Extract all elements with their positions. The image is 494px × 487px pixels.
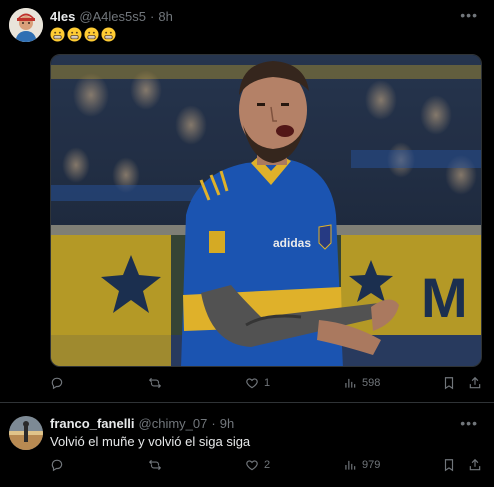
retweet-button[interactable] — [148, 458, 167, 472]
retweet-icon — [148, 377, 162, 389]
views-count: 598 — [362, 377, 381, 389]
timestamp[interactable]: 8h — [158, 9, 172, 24]
share-icon — [469, 376, 481, 389]
views-icon — [345, 460, 356, 470]
like-button[interactable]: 2 — [245, 458, 270, 472]
author-name[interactable]: franco_fanelli — [50, 416, 135, 431]
tweet-actions: 2 979 — [50, 458, 482, 476]
tweet-text-emojis — [50, 27, 116, 42]
share-icon — [469, 458, 481, 471]
heart-icon — [246, 460, 258, 471]
reply-icon — [51, 377, 63, 390]
like-count: 2 — [264, 459, 271, 471]
views-icon — [345, 378, 356, 388]
tweet-actions: 1 598 — [50, 376, 482, 394]
like-button[interactable]: 1 — [245, 376, 270, 390]
tweet-header: 4les @A4les5s5 · 8h — [50, 9, 173, 24]
author-handle[interactable]: @chimy_07 — [139, 416, 208, 431]
bookmark-button[interactable] — [442, 458, 456, 472]
heart-icon — [246, 378, 258, 389]
views-button[interactable]: 598 — [343, 376, 380, 390]
views-count: 979 — [362, 459, 381, 471]
reply-icon — [51, 459, 63, 472]
more-icon[interactable]: ••• — [460, 416, 478, 430]
timestamp[interactable]: 9h — [220, 416, 234, 431]
like-count: 1 — [264, 377, 271, 389]
grimace-emoji-icon — [101, 27, 116, 42]
tweet-media-image[interactable]: M adidas — [50, 54, 482, 367]
bookmark-icon — [444, 459, 454, 472]
reply-button[interactable] — [50, 458, 69, 472]
more-icon[interactable]: ••• — [460, 8, 478, 22]
bookmark-button[interactable] — [442, 376, 456, 390]
retweet-icon — [148, 459, 162, 471]
tweet-1[interactable]: 4les @A4les5s5 · 8h ••• M adidas 1 598 — [0, 0, 494, 403]
share-button[interactable] — [468, 376, 482, 390]
share-button[interactable] — [468, 458, 482, 472]
avatar[interactable] — [9, 416, 43, 450]
author-handle[interactable]: @A4les5s5 — [79, 9, 146, 24]
reply-button[interactable] — [50, 376, 69, 390]
separator: · — [211, 416, 216, 431]
grimace-emoji-icon — [50, 27, 65, 42]
tweet-text: Volvió el muñe y volvió el siga siga — [50, 434, 251, 449]
grimace-emoji-icon — [84, 27, 99, 42]
views-button[interactable]: 979 — [343, 458, 380, 472]
bookmark-icon — [444, 377, 454, 390]
tweet-header: franco_fanelli @chimy_07 · 9h — [50, 416, 234, 431]
avatar[interactable] — [9, 8, 43, 42]
separator: · — [150, 9, 155, 24]
grimace-emoji-icon — [67, 27, 82, 42]
author-name[interactable]: 4les — [50, 9, 75, 24]
retweet-button[interactable] — [148, 376, 167, 390]
